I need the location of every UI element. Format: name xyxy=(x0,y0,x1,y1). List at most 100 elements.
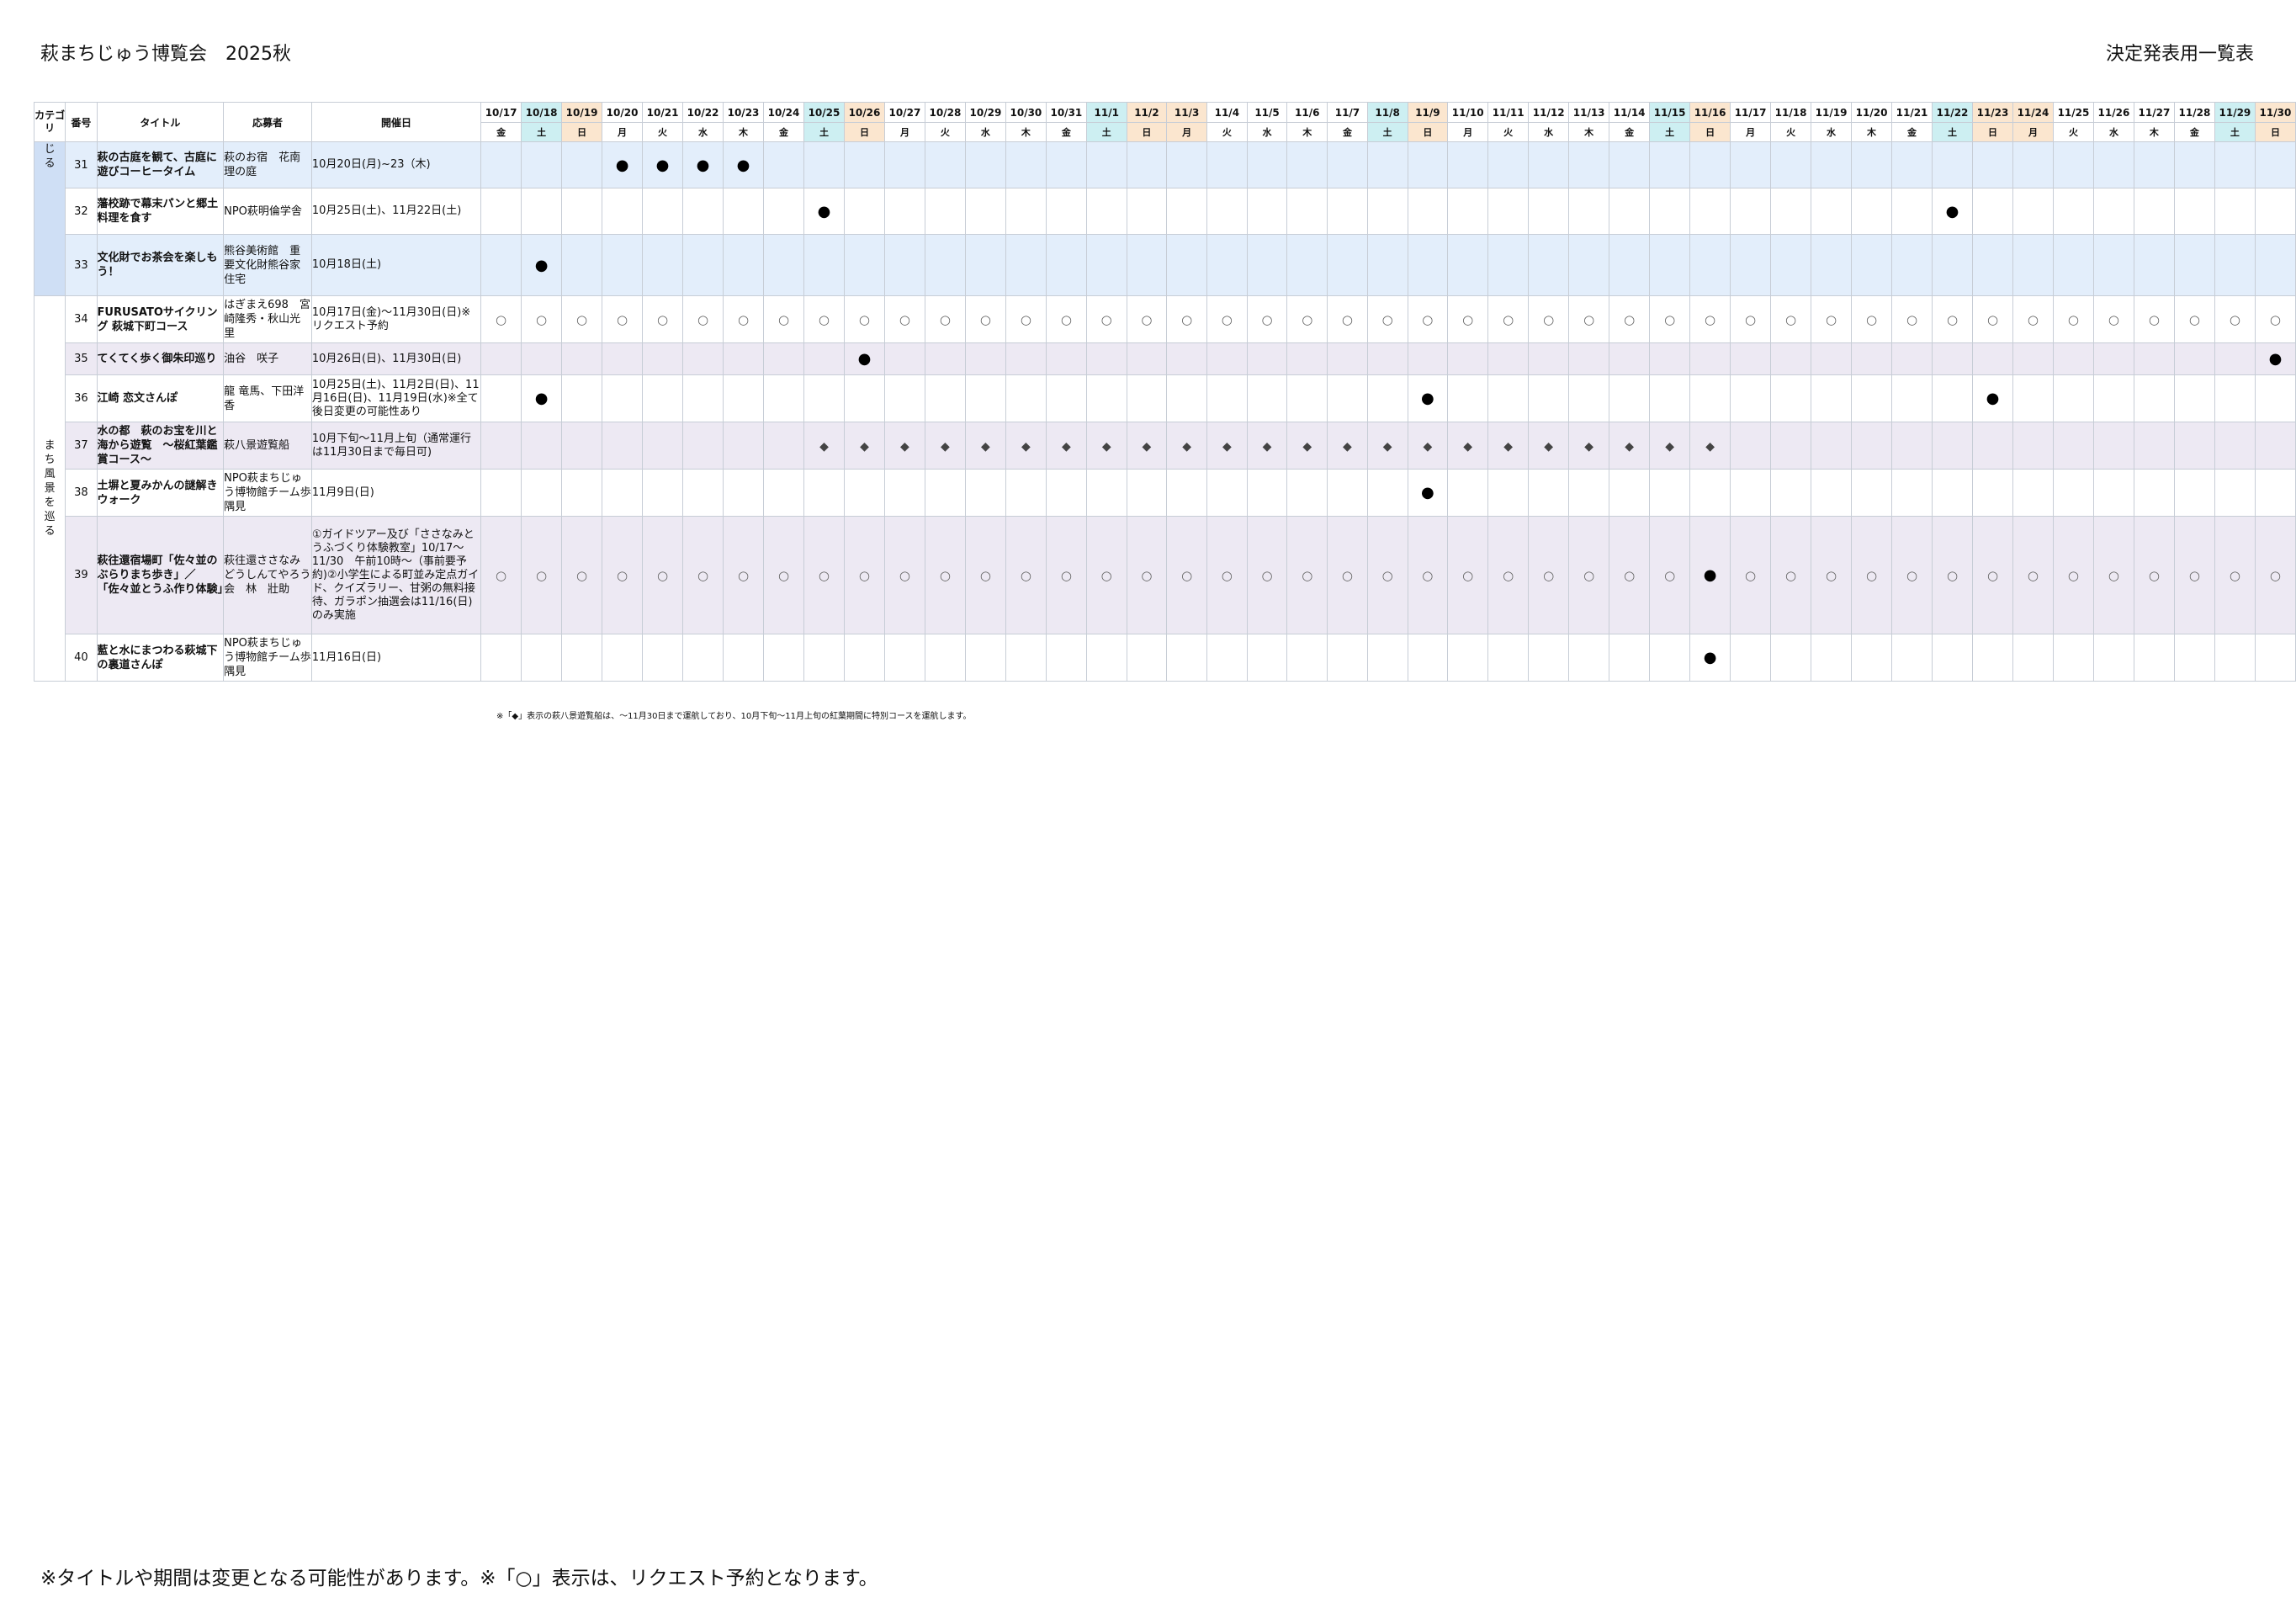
event-organizer: はぎまえ698 宮崎隆秀・秋山光里 xyxy=(223,295,312,343)
date-header: 10/27 xyxy=(883,102,925,123)
schedule-cell: ○ xyxy=(1932,516,1973,634)
schedule-cell xyxy=(1005,188,1047,235)
schedule-cell xyxy=(602,234,644,296)
schedule-cell xyxy=(883,141,925,188)
schedule-cell xyxy=(1528,634,1570,682)
table-row: まち風景を巡る 34 FURUSATOサイクリング 萩城下町コース はぎまえ698 宮… xyxy=(33,295,2296,682)
request-circle-icon: ○ xyxy=(1664,312,1676,327)
schedule-cell xyxy=(924,234,966,296)
schedule-cell xyxy=(2133,469,2175,517)
schedule-cell xyxy=(1649,634,1691,682)
schedule-cell xyxy=(1206,469,1248,517)
request-circle-icon: ○ xyxy=(899,312,910,327)
date-header: 11/17 xyxy=(1730,102,1772,123)
schedule-cell xyxy=(2012,188,2054,235)
schedule-cell: ○ xyxy=(1568,295,1610,343)
schedule-cell xyxy=(964,634,1006,682)
schedule-cell: ○ xyxy=(1972,516,2013,634)
date-header: 10/21 xyxy=(642,102,684,123)
schedule-cell xyxy=(1166,374,1207,422)
event-dot-icon: ● xyxy=(2268,350,2283,368)
schedule-cell xyxy=(602,342,644,375)
request-circle-icon: ○ xyxy=(1543,312,1555,327)
schedule-cell xyxy=(2012,422,2054,470)
date-header: 10/24 xyxy=(763,102,804,123)
schedule-cell xyxy=(1649,469,1691,517)
schedule-cell xyxy=(521,422,563,470)
schedule-cell xyxy=(1851,141,1893,188)
schedule-cell xyxy=(1730,141,1772,188)
schedule-cell xyxy=(1972,634,2013,682)
schedule-cell: ○ xyxy=(480,295,522,343)
request-circle-icon: ○ xyxy=(1865,568,1878,583)
request-circle-icon: ○ xyxy=(737,312,750,327)
schedule-cell xyxy=(682,374,724,422)
schedule-cell xyxy=(1770,422,1812,470)
schedule-cell xyxy=(521,469,563,517)
table-row: じる 31 萩の古庭を観て、古庭に遊びコーヒータイム 萩のお宿 花南理の庭 10月20日… xyxy=(33,141,2296,296)
schedule-cell: ○ xyxy=(2254,295,2296,343)
schedule-cell xyxy=(2254,634,2296,682)
schedule-cell xyxy=(1206,342,1248,375)
date-header: 11/19 xyxy=(1811,102,1853,123)
schedule-table: カテゴリ 番号 タイトル 応募者 開催日 10/17 10/18 10/19 10/2… xyxy=(33,102,2296,682)
schedule-cell xyxy=(561,342,603,375)
request-circle-icon: ○ xyxy=(576,312,588,327)
schedule-cell xyxy=(1246,188,1288,235)
schedule-cell: ○ xyxy=(2214,516,2256,634)
schedule-cell xyxy=(480,469,522,517)
date-header: 10/30 xyxy=(1005,102,1047,123)
schedule-cell: ○ xyxy=(1649,295,1691,343)
schedule-cell xyxy=(1770,469,1812,517)
schedule-cell: ○ xyxy=(1045,295,1087,343)
schedule-cell: ● xyxy=(803,188,845,235)
request-circle-icon: ○ xyxy=(1181,568,1193,583)
schedule-cell: ◆ xyxy=(843,422,885,470)
schedule-cell xyxy=(1126,634,1168,682)
schedule-cell xyxy=(1528,374,1570,422)
schedule-cell xyxy=(1045,188,1087,235)
schedule-cell xyxy=(1045,141,1087,188)
date-header: 10/17 xyxy=(480,102,522,123)
table-row: 40 藍と水にまつわる萩城下の裏道さんぽ NPO萩まちじゅう博物館チーム歩隅見 11月… xyxy=(34,634,2296,682)
schedule-cell xyxy=(843,634,885,682)
schedule-cell xyxy=(1891,634,1933,682)
schedule-cell: ◆ xyxy=(1366,422,1408,470)
schedule-cell xyxy=(843,469,885,517)
schedule-cell xyxy=(480,188,522,235)
schedule-cell xyxy=(964,141,1006,188)
event-dot-icon: ● xyxy=(1420,484,1434,502)
event-period: ①ガイドツアー及び「ささなみとうふづくり体験教室」10/17〜11/30 午前1… xyxy=(310,516,482,634)
schedule-cell xyxy=(2092,188,2134,235)
weekday-header: 土 xyxy=(803,122,845,142)
schedule-cell xyxy=(561,422,603,470)
schedule-cell xyxy=(2173,469,2215,517)
schedule-cell xyxy=(1689,374,1731,422)
schedule-cell: ○ xyxy=(1811,516,1853,634)
schedule-cell xyxy=(1487,634,1530,682)
event-dot-icon: ● xyxy=(534,390,549,407)
schedule-cell xyxy=(1851,234,1893,296)
schedule-cell xyxy=(2214,141,2256,188)
date-header: 11/25 xyxy=(2052,102,2094,123)
schedule-cell xyxy=(1972,422,2013,470)
request-circle-icon: ○ xyxy=(2148,568,2160,583)
schedule-cell xyxy=(1649,141,1691,188)
date-header: 10/31 xyxy=(1045,102,1087,123)
schedule-cell xyxy=(1811,374,1853,422)
header-title: タイトル xyxy=(96,102,225,142)
diamond-icon: ◆ xyxy=(1182,440,1192,454)
diamond-icon: ◆ xyxy=(1625,440,1635,454)
schedule-cell: ◆ xyxy=(1487,422,1530,470)
schedule-cell: ○ xyxy=(2254,516,2296,634)
request-circle-icon: ○ xyxy=(2269,568,2281,583)
schedule-cell: ○ xyxy=(1327,295,1368,343)
weekday-header: 火 xyxy=(1770,122,1812,142)
schedule-cell: ◆ xyxy=(803,422,845,470)
schedule-cell: ○ xyxy=(2173,295,2215,343)
schedule-cell xyxy=(1528,342,1570,375)
date-header: 11/16 xyxy=(1689,102,1731,123)
schedule-cell: ○ xyxy=(561,516,603,634)
diamond-icon: ◆ xyxy=(1222,440,1232,454)
request-circle-icon: ○ xyxy=(576,568,588,583)
